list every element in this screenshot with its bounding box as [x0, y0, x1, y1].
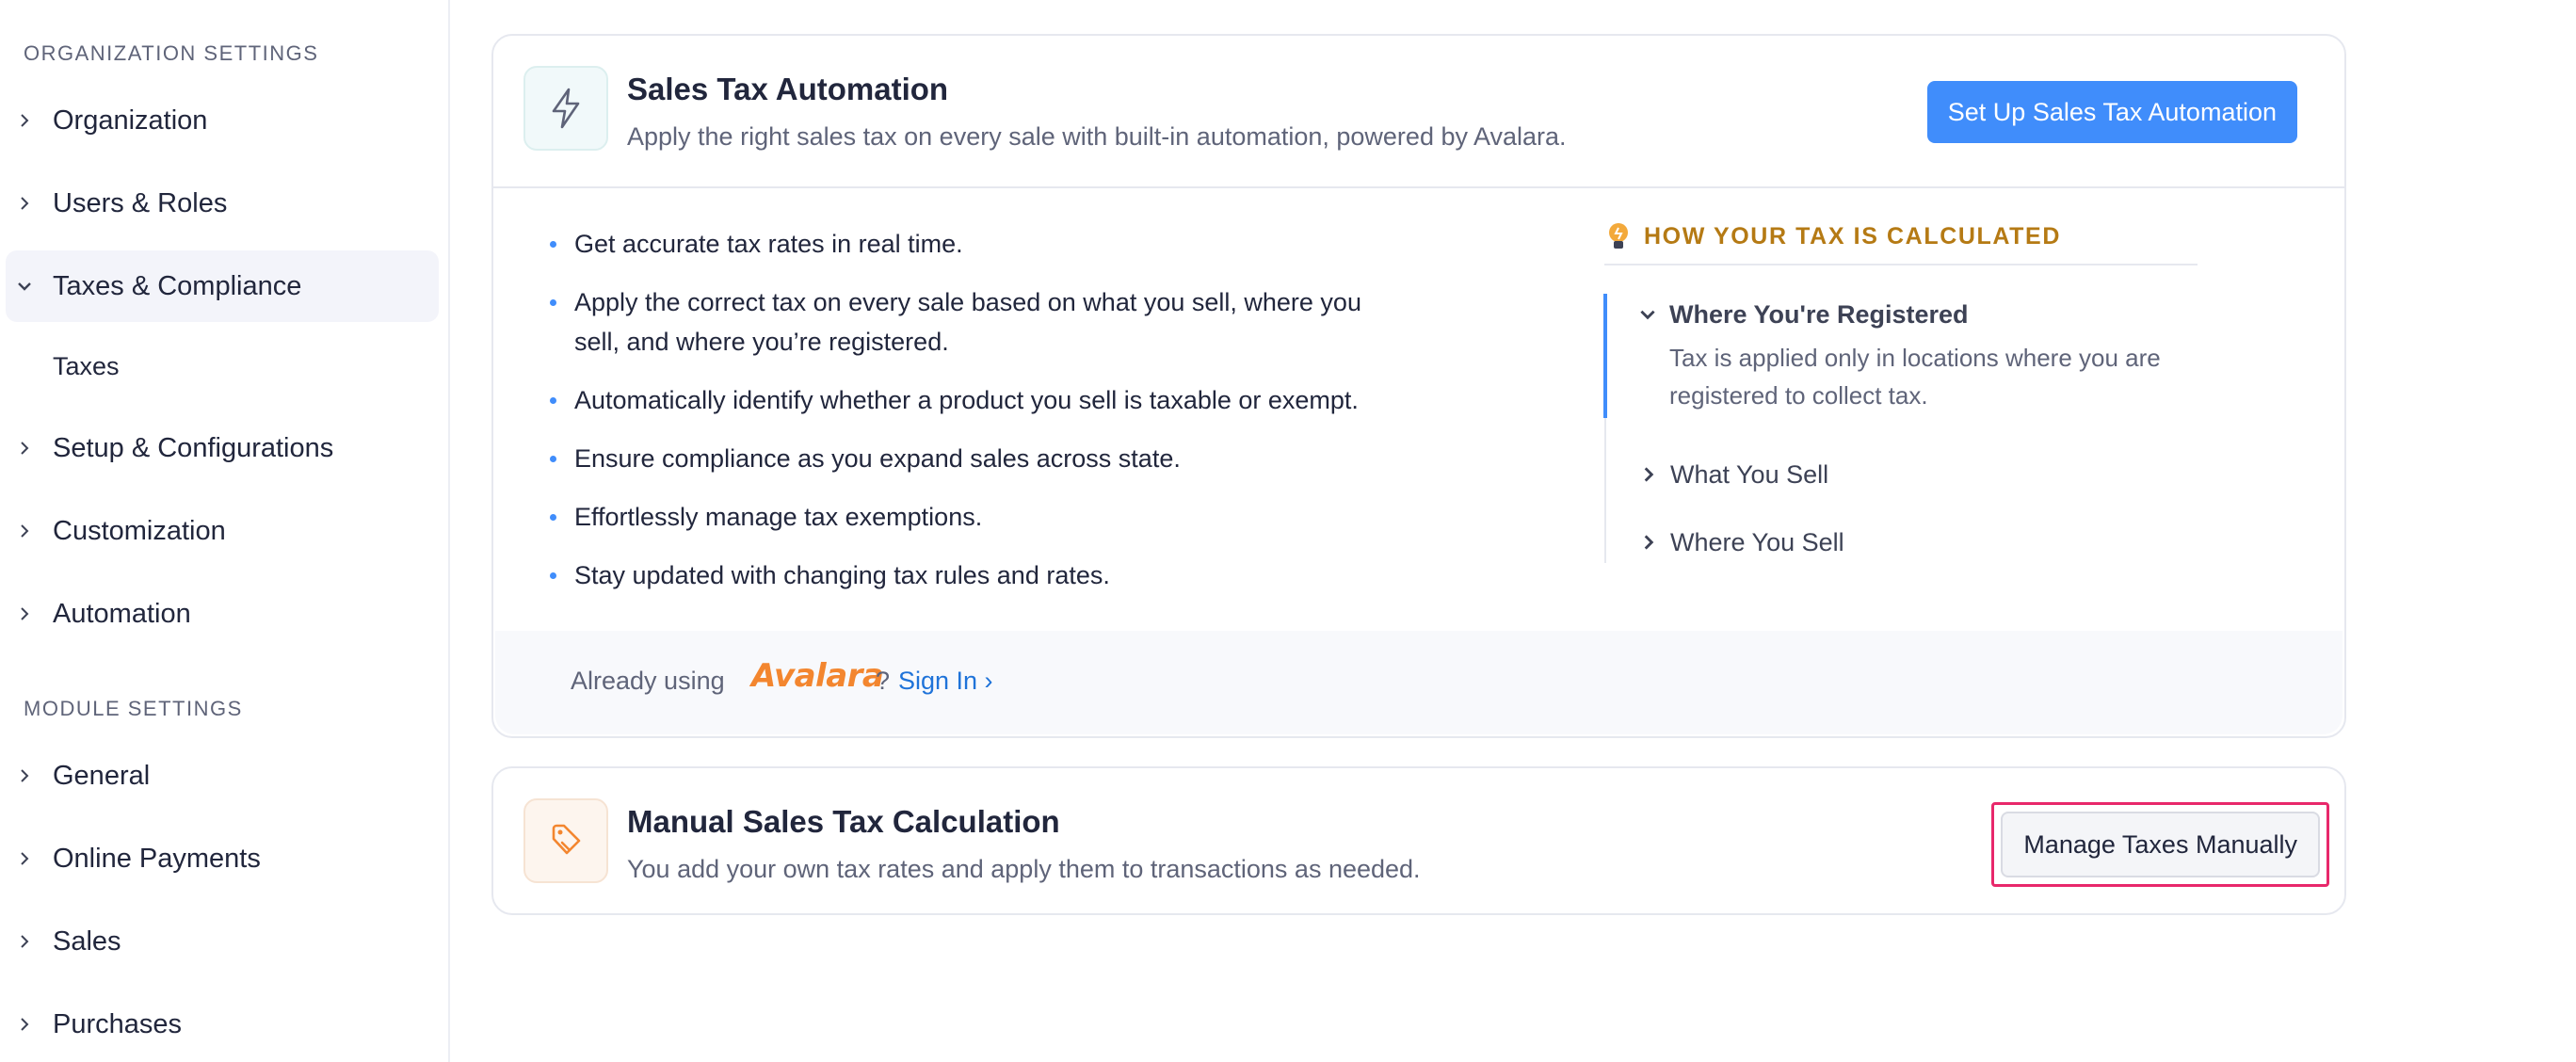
sidebar-item-label: Users & Roles	[53, 187, 228, 218]
avalara-logo: Avalara	[751, 657, 884, 695]
already-using-text: Already using	[571, 667, 725, 695]
accordion-title: What You Sell	[1670, 459, 1829, 489]
sidebar-item-label: Purchases	[53, 1008, 183, 1039]
benefit-list: Get accurate tax rates in real time. App…	[546, 224, 1431, 614]
sidebar-item-label: Taxes & Compliance	[53, 270, 302, 301]
benefit-item: Automatically identify whether a product…	[546, 380, 1431, 420]
sidebar-item-label: Online Payments	[53, 843, 261, 874]
manual-title: Manual Sales Tax Calculation	[627, 804, 1060, 839]
benefit-item: Stay updated with changing tax rules and…	[546, 555, 1431, 595]
accordion-item-registered[interactable]: Where You're Registered Tax is applied o…	[1603, 294, 2198, 418]
chevron-right-icon	[6, 766, 43, 785]
accordion-body: Tax is applied only in locations where y…	[1669, 344, 2161, 410]
sidebar-item-label: Organization	[53, 105, 208, 136]
sales-tax-automation-card: Sales Tax Automation Apply the right sal…	[491, 34, 2346, 738]
chevron-right-icon	[6, 522, 43, 540]
sidebar-item-sales[interactable]: Sales	[6, 906, 439, 977]
sidebar-item-users-roles[interactable]: Users & Roles	[6, 168, 439, 239]
sidebar-item-label: Sales	[53, 925, 121, 957]
sidebar-item-online-payments[interactable]: Online Payments	[6, 823, 439, 894]
manual-sales-tax-card: Manual Sales Tax Calculation You add you…	[491, 766, 2346, 915]
automation-description: Apply the right sales tax on every sale …	[627, 122, 1567, 151]
sidebar-item-organization[interactable]: Organization	[6, 85, 439, 156]
focus-highlight	[1991, 802, 2329, 887]
sidebar-item-automation[interactable]: Automation	[6, 578, 439, 650]
chevron-right-icon	[6, 932, 43, 951]
accordion-item-what-you-sell[interactable]: What You Sell	[1606, 454, 2198, 495]
chevron-right-icon	[1644, 467, 1654, 482]
org-settings-heading: ORGANIZATION SETTINGS	[24, 41, 319, 65]
chevron-right-icon	[6, 439, 43, 458]
chevron-right-icon	[6, 849, 43, 868]
accordion-title: Where You're Registered	[1669, 299, 1969, 329]
benefit-item: Ensure compliance as you expand sales ac…	[546, 439, 1431, 478]
sidebar-subitem-taxes[interactable]: Taxes	[53, 352, 120, 381]
lightbulb-icon	[1609, 223, 1628, 249]
how-accordion: Where You're Registered Tax is applied o…	[1603, 294, 2198, 563]
automation-title: Sales Tax Automation	[627, 72, 949, 106]
benefit-item: Apply the correct tax on every sale base…	[546, 282, 1403, 362]
sidebar-item-label: Automation	[53, 598, 191, 629]
lightning-icon	[523, 66, 608, 151]
tag-icon	[523, 798, 608, 883]
chevron-down-icon	[6, 277, 43, 296]
accordion-item-where-you-sell[interactable]: Where You Sell	[1606, 522, 2198, 563]
manual-description: You add your own tax rates and apply the…	[627, 855, 1421, 883]
chevron-right-icon	[6, 111, 43, 130]
chevron-right-icon	[6, 1015, 43, 1034]
how-heading-row: HOW YOUR TAX IS CALCULATED	[1604, 220, 2198, 266]
sidebar-item-label: General	[53, 760, 151, 791]
sidebar-item-taxes-compliance[interactable]: Taxes & Compliance	[6, 250, 439, 322]
chevron-right-icon	[6, 604, 43, 623]
sidebar-item-setup-configurations[interactable]: Setup & Configurations	[6, 412, 439, 484]
sidebar-item-general[interactable]: General	[6, 740, 439, 812]
settings-sidebar: ORGANIZATION SETTINGS Organization Users…	[0, 0, 450, 1062]
sidebar-item-label: Customization	[53, 515, 226, 546]
accordion-title: Where You Sell	[1670, 527, 1844, 556]
sidebar-item-customization[interactable]: Customization	[6, 495, 439, 567]
avalara-signin-footer: Already using Avalara ? Sign In ›	[495, 631, 2343, 734]
benefit-item: Effortlessly manage tax exemptions.	[546, 497, 1431, 537]
chevron-right-icon	[1644, 535, 1654, 550]
chevron-down-icon	[1640, 310, 1655, 320]
divider	[493, 186, 2344, 188]
question-mark-text: ?	[876, 667, 891, 695]
manage-taxes-manually-button[interactable]: Manage Taxes Manually	[1991, 802, 2329, 887]
setup-automation-button[interactable]: Set Up Sales Tax Automation	[1926, 81, 2297, 143]
sidebar-item-label: Setup & Configurations	[53, 432, 334, 463]
benefit-item: Get accurate tax rates in real time.	[546, 224, 1431, 264]
chevron-right-icon	[6, 194, 43, 213]
sidebar-item-purchases[interactable]: Purchases	[6, 989, 439, 1060]
how-heading: HOW YOUR TAX IS CALCULATED	[1644, 222, 2061, 249]
how-tax-calculated-panel: HOW YOUR TAX IS CALCULATED Where You're …	[1603, 220, 2198, 563]
sign-in-link[interactable]: Sign In ›	[898, 667, 993, 696]
module-settings-heading: MODULE SETTINGS	[24, 697, 243, 720]
